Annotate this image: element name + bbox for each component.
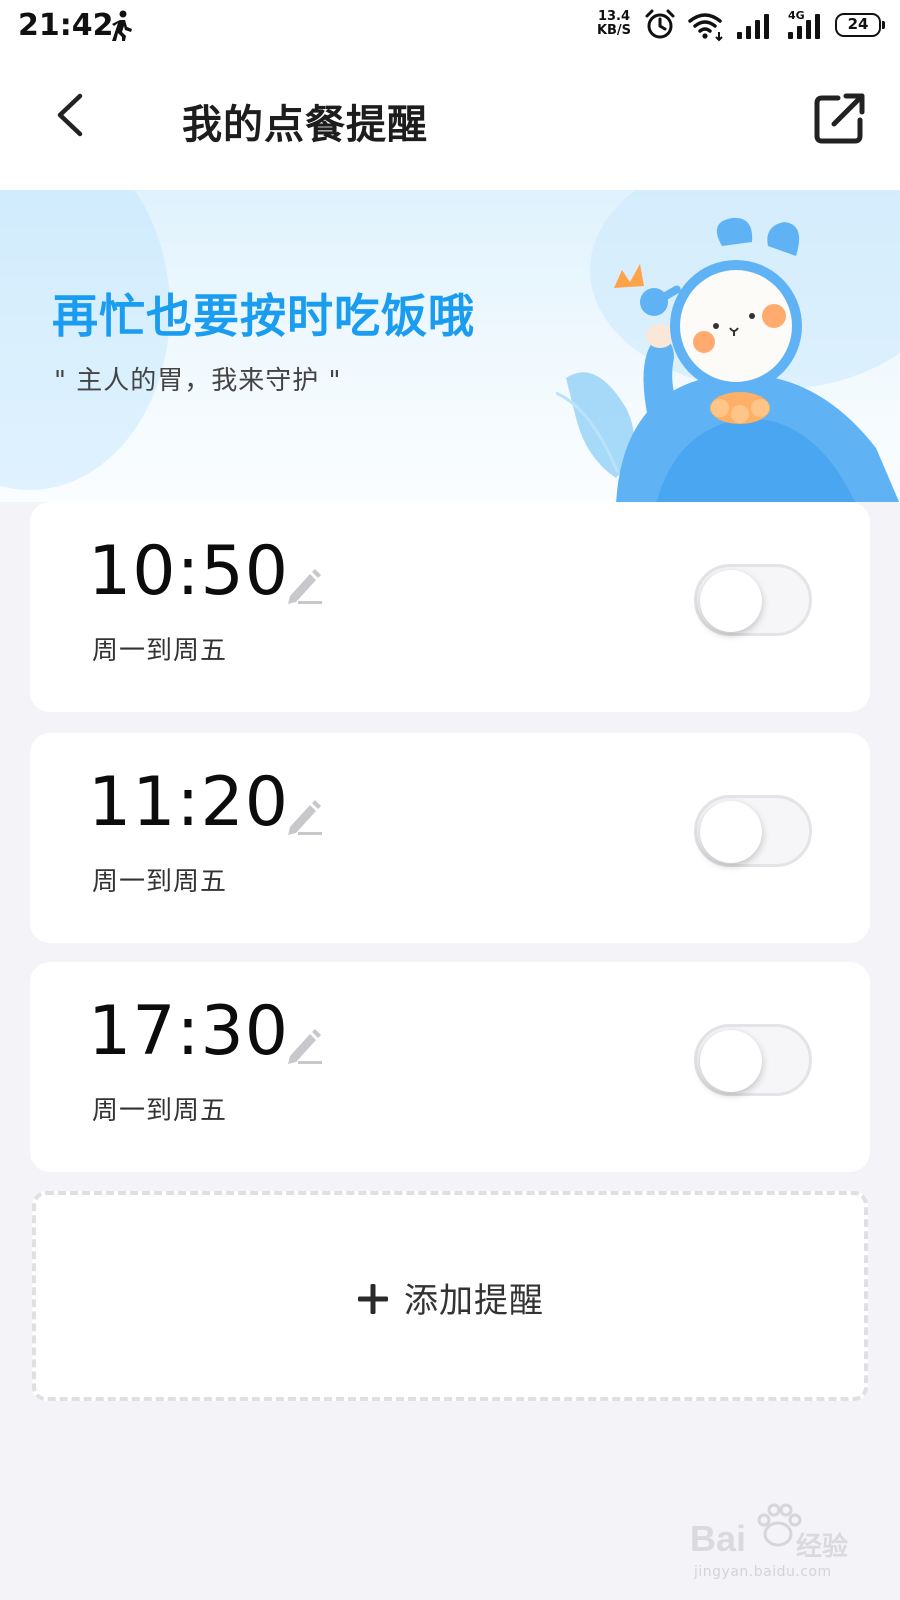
reminder-card: 17:30 周一到周五 bbox=[30, 962, 870, 1172]
wifi-icon bbox=[688, 13, 723, 42]
battery-tip bbox=[882, 21, 885, 29]
reminder-days: 周一到周五 bbox=[92, 636, 228, 666]
add-reminder-button[interactable]: 添加提醒 bbox=[32, 1191, 868, 1401]
net-speed: 13.4 KB/S bbox=[594, 10, 634, 38]
reminder-card: 10:50 周一到周五 bbox=[30, 502, 870, 712]
net-speed-value: 13.4 bbox=[597, 9, 631, 24]
add-reminder-label: 添加提醒 bbox=[404, 1281, 544, 1321]
share-external-icon[interactable] bbox=[812, 90, 868, 146]
status-bar: 21:42 13.4 KB/S 4G 24 bbox=[0, 0, 900, 52]
reminder-toggle[interactable] bbox=[694, 1024, 812, 1096]
chevron-left-icon[interactable] bbox=[50, 90, 94, 140]
pencil-edit-icon[interactable] bbox=[284, 797, 326, 837]
net-speed-unit: KB/S bbox=[596, 23, 632, 38]
watermark-brand: Bai bbox=[690, 1518, 747, 1559]
reminder-time: 11:20 bbox=[88, 763, 289, 842]
reminder-toggle[interactable] bbox=[694, 564, 812, 636]
baidu-jingyan-watermark: Bai 经验 jingyan.baidu.com bbox=[690, 1500, 860, 1590]
toggle-knob bbox=[700, 1030, 762, 1092]
reminder-time: 17:30 bbox=[88, 992, 289, 1071]
app-header: 我的点餐提醒 bbox=[0, 52, 900, 190]
reminder-days: 周一到周五 bbox=[92, 1096, 228, 1126]
watermark-url: jingyan.baidu.com bbox=[694, 1564, 832, 1580]
reminder-time: 10:50 bbox=[88, 532, 289, 611]
reminder-days: 周一到周五 bbox=[92, 867, 228, 897]
alarm-icon bbox=[645, 9, 675, 39]
signal-icon bbox=[737, 14, 769, 39]
banner-title: 再忙也要按时吃饭哦 bbox=[52, 289, 475, 343]
signal-4g-icon bbox=[788, 14, 820, 39]
toggle-knob bbox=[700, 801, 762, 863]
reminder-toggle[interactable] bbox=[694, 795, 812, 867]
watermark-brand-cn: 经验 bbox=[796, 1532, 849, 1562]
status-time: 21:42 bbox=[18, 8, 114, 43]
toggle-knob bbox=[700, 570, 762, 632]
pencil-edit-icon[interactable] bbox=[284, 1026, 326, 1066]
pencil-edit-icon[interactable] bbox=[284, 566, 326, 606]
add-reminder-content: 添加提醒 bbox=[36, 1273, 864, 1322]
battery-level: 24 bbox=[847, 15, 869, 33]
banner-subtitle: " 主人的胃，我来守护 " bbox=[54, 366, 342, 396]
alarm-clock-mascot-illustration bbox=[556, 217, 900, 502]
banner: 再忙也要按时吃饭哦 " 主人的胃，我来守护 " bbox=[0, 190, 900, 502]
walk-icon bbox=[112, 10, 132, 41]
battery-icon: 24 bbox=[835, 13, 885, 37]
plus-icon bbox=[358, 1284, 388, 1314]
reminder-card: 11:20 周一到周五 bbox=[30, 733, 870, 943]
page-title: 我的点餐提醒 bbox=[182, 102, 428, 148]
